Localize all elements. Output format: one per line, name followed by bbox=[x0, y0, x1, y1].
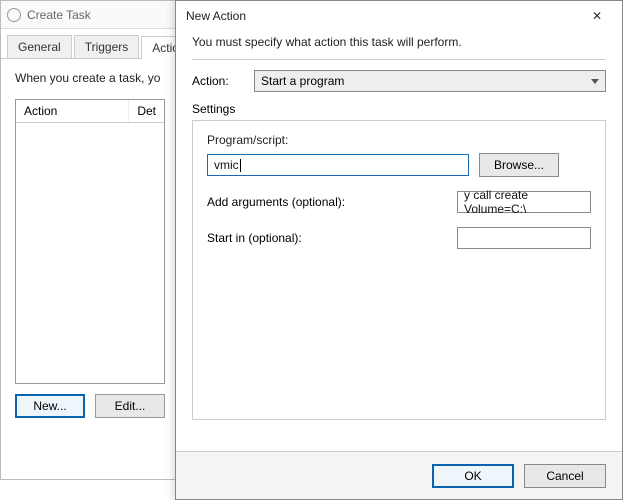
col-action: Action bbox=[16, 100, 129, 122]
settings-label: Settings bbox=[192, 102, 606, 116]
clock-icon bbox=[7, 8, 21, 22]
text-cursor bbox=[240, 159, 241, 172]
new-action-button[interactable]: New... bbox=[15, 394, 85, 418]
new-action-dialog: New Action ✕ You must specify what actio… bbox=[175, 0, 623, 500]
action-label: Action: bbox=[192, 74, 244, 88]
close-button[interactable]: ✕ bbox=[582, 4, 612, 28]
arguments-input[interactable]: y call create Volume=C:\ bbox=[457, 191, 591, 213]
arguments-value: y call create Volume=C:\ bbox=[464, 188, 584, 216]
settings-group: Program/script: vmic Browse... Add argum… bbox=[192, 120, 606, 420]
edit-action-button[interactable]: Edit... bbox=[95, 394, 165, 418]
actions-list-header: Action Det bbox=[16, 100, 164, 123]
arguments-row: Add arguments (optional): y call create … bbox=[207, 191, 591, 213]
new-action-title: New Action bbox=[186, 9, 246, 23]
instruction-text: You must specify what action this task w… bbox=[192, 35, 606, 49]
startin-input[interactable] bbox=[457, 227, 591, 249]
dialog-footer: OK Cancel bbox=[176, 451, 622, 499]
new-action-body: You must specify what action this task w… bbox=[176, 31, 622, 451]
program-script-input[interactable]: vmic bbox=[207, 154, 469, 176]
divider bbox=[192, 59, 606, 60]
startin-row: Start in (optional): bbox=[207, 227, 591, 249]
create-task-title: Create Task bbox=[27, 8, 91, 22]
action-row: Action: Start a program bbox=[192, 70, 606, 92]
browse-button[interactable]: Browse... bbox=[479, 153, 559, 177]
startin-label: Start in (optional): bbox=[207, 231, 302, 245]
action-dropdown[interactable]: Start a program bbox=[254, 70, 606, 92]
tab-triggers[interactable]: Triggers bbox=[74, 35, 140, 58]
close-icon: ✕ bbox=[592, 9, 602, 23]
actions-list[interactable]: Action Det bbox=[15, 99, 165, 384]
col-details: Det bbox=[129, 100, 164, 122]
chevron-down-icon bbox=[591, 79, 599, 84]
ok-button[interactable]: OK bbox=[432, 464, 514, 488]
tab-general[interactable]: General bbox=[7, 35, 72, 58]
program-label: Program/script: bbox=[207, 133, 591, 147]
action-dropdown-value: Start a program bbox=[261, 74, 344, 88]
program-row: vmic Browse... bbox=[207, 153, 591, 177]
cancel-button[interactable]: Cancel bbox=[524, 464, 606, 488]
program-script-value: vmic bbox=[214, 158, 239, 172]
new-action-titlebar: New Action ✕ bbox=[176, 1, 622, 31]
arguments-label: Add arguments (optional): bbox=[207, 195, 345, 209]
